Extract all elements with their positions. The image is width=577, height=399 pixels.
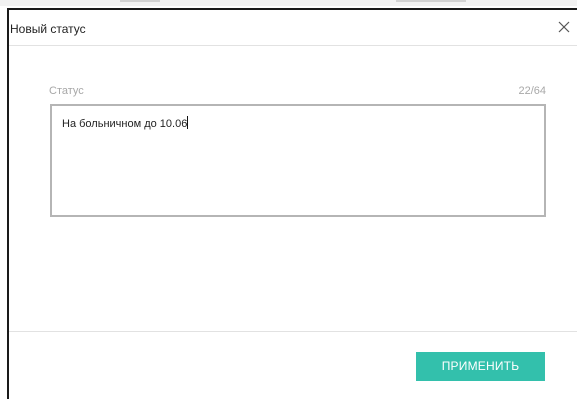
status-text-value: На больничном до 10.06 (62, 118, 188, 130)
footer-divider (9, 331, 577, 332)
status-field-label: Статус (49, 85, 84, 97)
text-caret (187, 116, 189, 129)
character-counter: 22/64 (518, 85, 546, 97)
apply-button[interactable]: ПРИМЕНИТЬ (416, 352, 545, 381)
dialog-title: Новый статус (10, 22, 86, 36)
close-button[interactable] (555, 18, 573, 36)
new-status-dialog: Новый статус Статус 22/64 На больничном … (7, 8, 577, 399)
background-strip (0, 0, 577, 6)
background-ghost-text (396, 0, 466, 2)
dialog-header: Новый статус (9, 10, 577, 46)
status-textarea[interactable]: На больничном до 10.06 (50, 104, 546, 217)
background-ghost-text (120, 0, 160, 2)
close-icon (558, 21, 570, 33)
